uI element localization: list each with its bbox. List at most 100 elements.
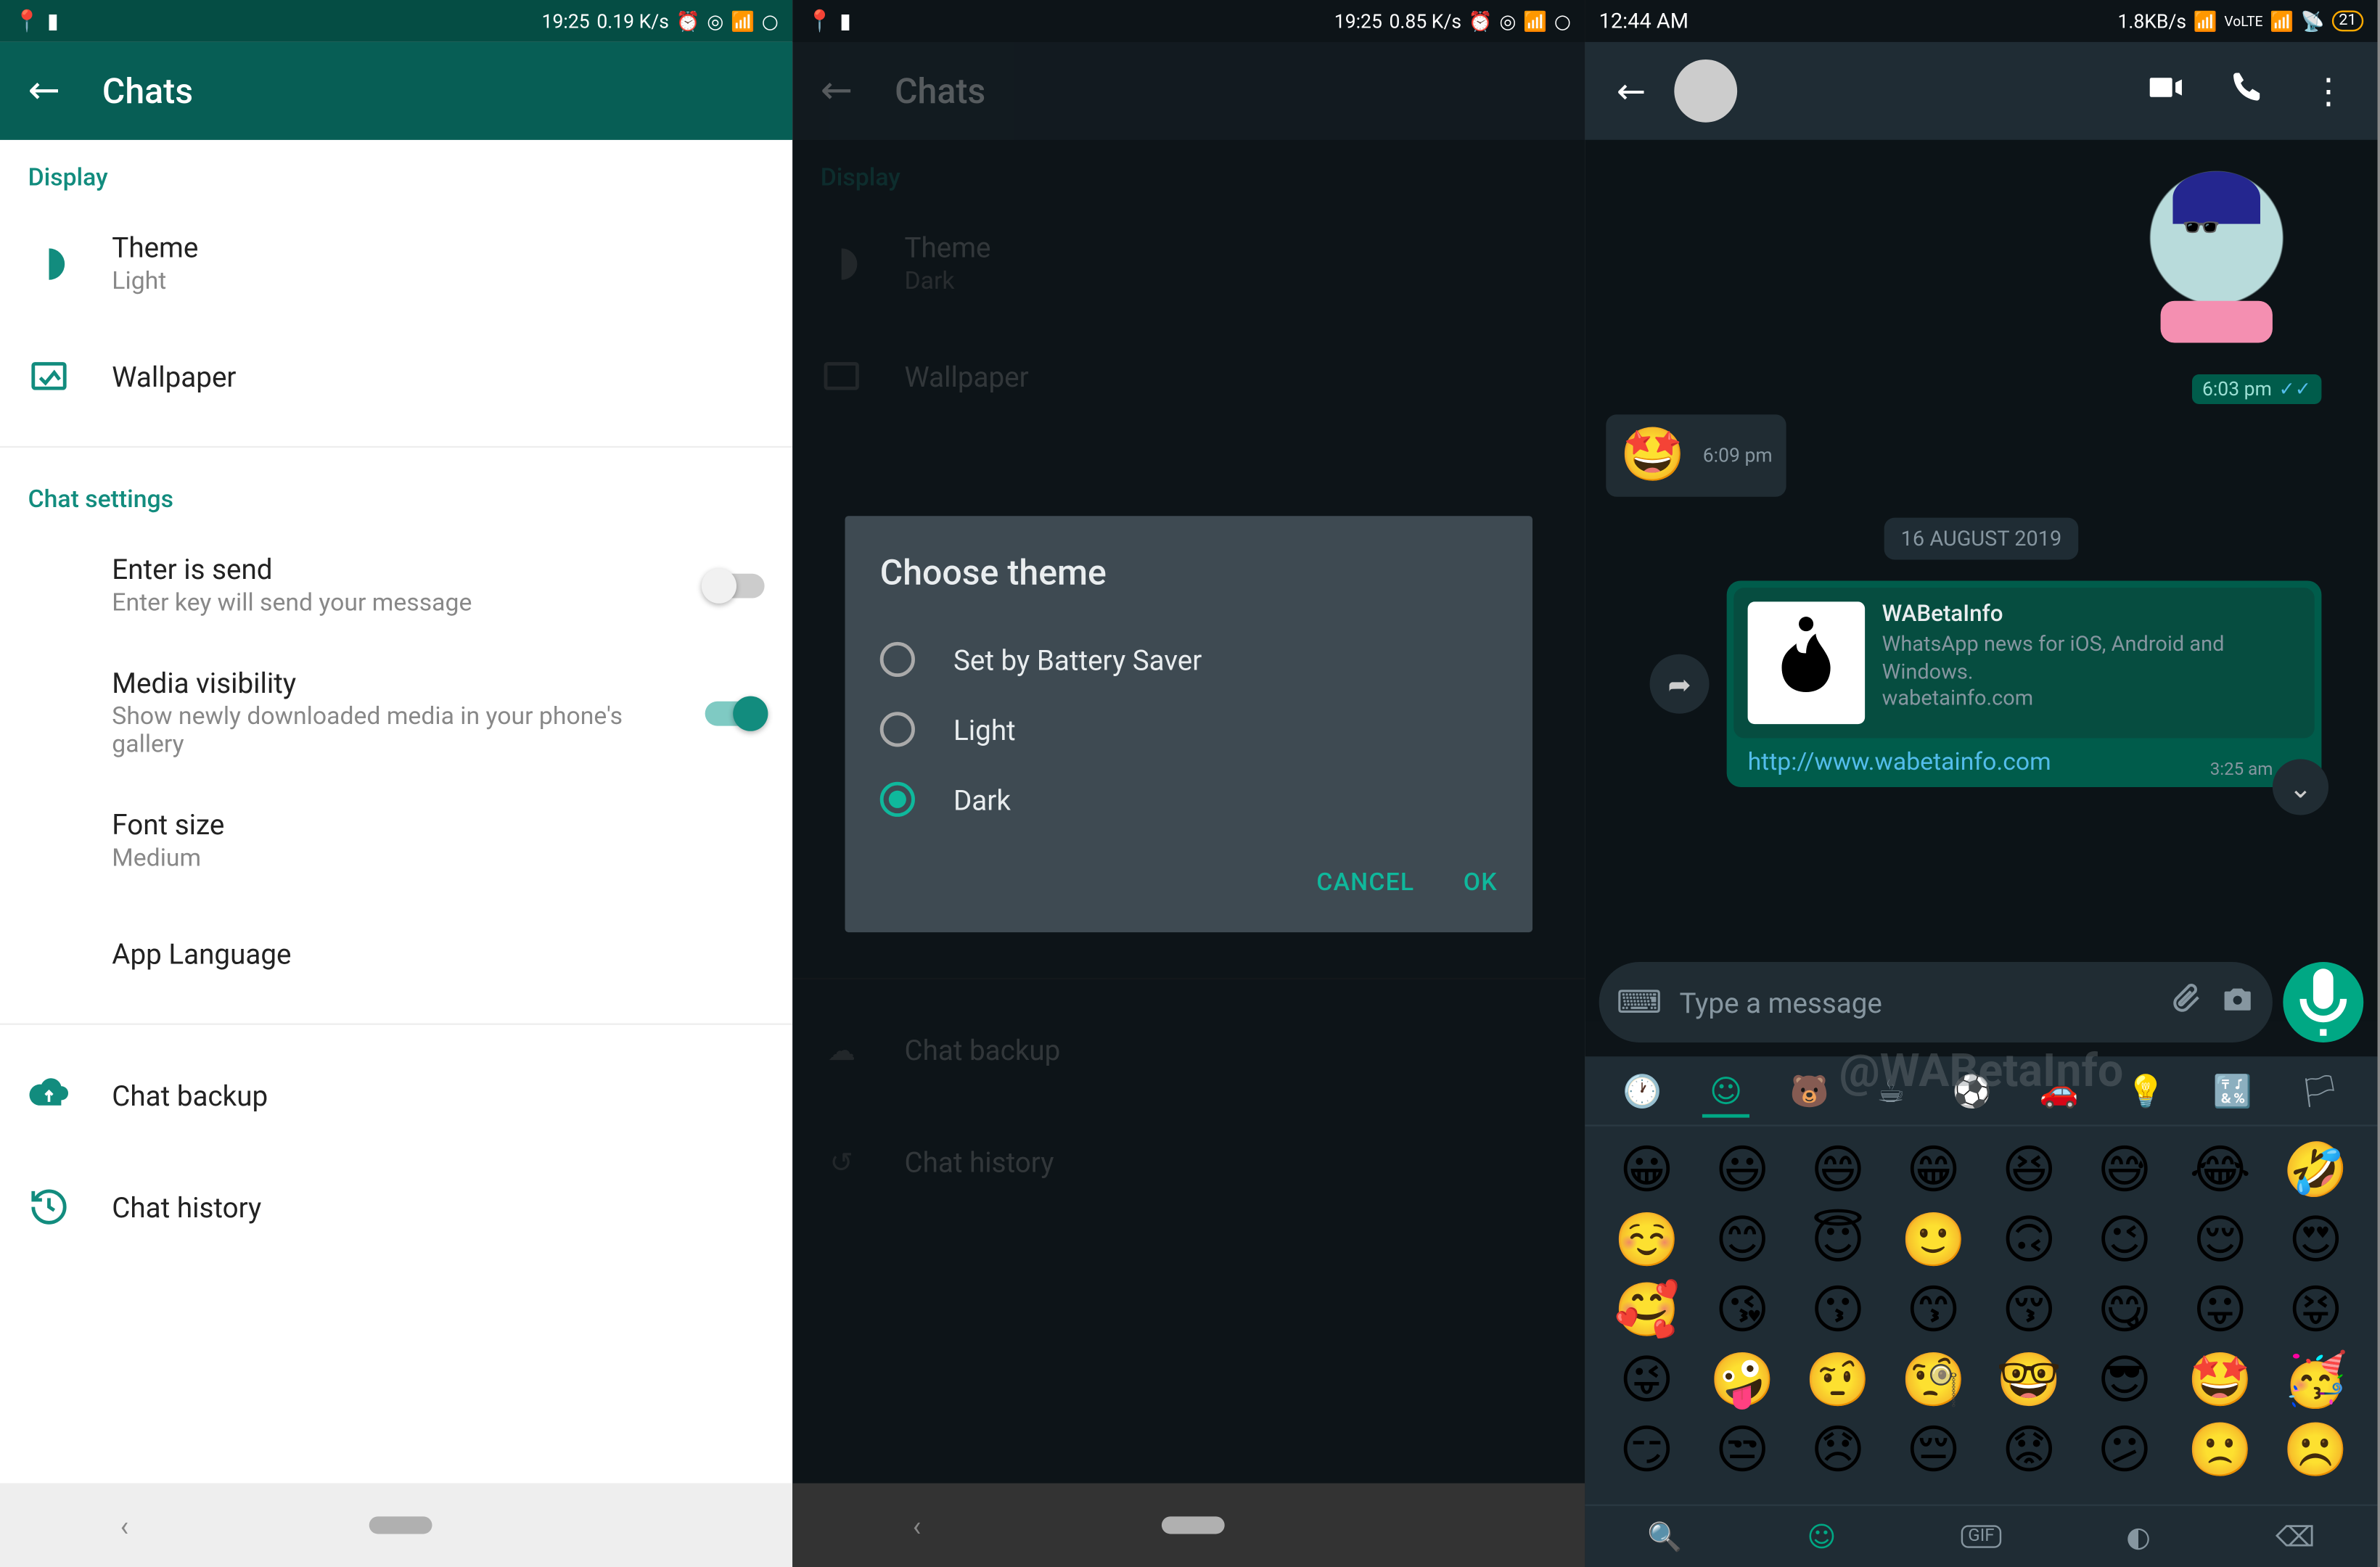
settings-dark-screen: 📍 ▮ 19:25 0.85 K/s ⏰ ◎ 📶 ○ ← Chats Displ… — [792, 0, 1585, 1567]
emoji-item[interactable]: 😃 — [1698, 1140, 1786, 1204]
emoji-item[interactable]: 🙂 — [1889, 1210, 1978, 1273]
activity-tab-icon[interactable]: ⚽ — [1945, 1071, 1998, 1118]
app-language-row[interactable]: App Language — [0, 897, 792, 1009]
objects-tab-icon[interactable]: 💡 — [2119, 1071, 2172, 1118]
emoji-item[interactable]: 🧐 — [1889, 1350, 1978, 1413]
emoji-item[interactable]: 😂 — [2176, 1140, 2265, 1204]
mic-button[interactable] — [2283, 962, 2363, 1042]
nav-back-icon[interactable]: ‹ — [120, 1508, 129, 1542]
emoji-item[interactable]: 😝 — [2271, 1280, 2360, 1344]
food-tab-icon[interactable]: ☕ — [1870, 1071, 1912, 1118]
emoji-item[interactable]: 😏 — [1602, 1420, 1691, 1484]
theme-title: Theme — [904, 231, 1556, 264]
nav-back-icon[interactable]: ‹ — [913, 1508, 922, 1542]
cancel-button[interactable]: CANCEL — [1316, 869, 1414, 897]
chat-history-row[interactable]: Chat history — [0, 1151, 792, 1262]
emoji-item[interactable]: 😘 — [1698, 1280, 1786, 1344]
symbols-tab-icon[interactable]: 🔣 — [2206, 1071, 2259, 1118]
emoji-item[interactable]: 🤨 — [1794, 1350, 1882, 1413]
emoji-item[interactable]: 😀 — [1602, 1140, 1691, 1204]
gif-mode-icon[interactable]: GIF — [1961, 1525, 2002, 1547]
sticker-mode-icon[interactable]: ◐ — [2126, 1520, 2151, 1553]
media-visibility-row[interactable]: Media visibility Show newly downloaded m… — [0, 642, 792, 784]
ok-button[interactable]: OK — [1464, 869, 1498, 897]
emoji-item[interactable]: 🤩 — [2176, 1350, 2265, 1413]
emoji-item[interactable]: 😌 — [2176, 1210, 2265, 1273]
animals-tab-icon[interactable]: 🐻 — [1783, 1071, 1836, 1118]
back-icon[interactable]: ← — [28, 69, 60, 112]
emoji-item[interactable]: 😕 — [2080, 1420, 2169, 1484]
media-vis-switch[interactable] — [705, 701, 765, 725]
enter-send-title: Enter is send — [112, 553, 662, 586]
keyboard-icon[interactable]: ⌨ — [1617, 984, 1662, 1021]
emoji-item[interactable]: 🥰 — [1602, 1280, 1691, 1344]
emoji-item[interactable]: 🤣 — [2271, 1140, 2360, 1204]
emoji-item[interactable]: ☹️ — [2271, 1420, 2360, 1484]
incoming-message[interactable]: 🤩 6:09 pm — [1606, 414, 1786, 496]
emoji-item[interactable]: 😚 — [1985, 1280, 2073, 1344]
forward-icon[interactable]: ➦ — [1650, 654, 1710, 714]
nav-home-pill[interactable] — [369, 1516, 432, 1534]
emoji-item[interactable]: 😊 — [1698, 1210, 1786, 1273]
emoji-item[interactable]: 😄 — [1794, 1140, 1882, 1204]
avatar[interactable] — [1674, 59, 1737, 123]
enter-send-switch[interactable] — [705, 573, 765, 598]
emoji-item[interactable]: 😜 — [1602, 1350, 1691, 1413]
emoji-item[interactable]: 😟 — [1985, 1420, 2073, 1484]
theme-option-light[interactable]: Light — [880, 694, 1498, 764]
theme-icon — [821, 242, 863, 284]
theme-row[interactable]: Theme Light — [0, 206, 792, 320]
sticker-message[interactable]: 🕶️ — [2112, 154, 2321, 363]
nav-home-pill[interactable] — [1162, 1516, 1225, 1534]
scroll-down-icon[interactable]: ⌄ — [2273, 759, 2328, 815]
emoji-item[interactable]: 😞 — [1794, 1420, 1882, 1484]
circle-icon: ○ — [1554, 9, 1571, 32]
emoji-item[interactable]: 😒 — [1698, 1420, 1786, 1484]
link-title: WABetaInfo — [1882, 601, 2301, 628]
emoji-item[interactable]: 😆 — [1985, 1140, 2073, 1204]
travel-tab-icon[interactable]: 🚗 — [2032, 1071, 2085, 1118]
back-icon[interactable]: ← — [821, 69, 853, 112]
signal-icon: 📶 — [1523, 9, 1547, 32]
emoji-item[interactable]: 😔 — [1889, 1420, 1978, 1484]
search-icon[interactable]: 🔍 — [1647, 1520, 1682, 1553]
emoji-item[interactable]: 😁 — [1889, 1140, 1978, 1204]
enter-send-row[interactable]: Enter is send Enter key will send your m… — [0, 528, 792, 642]
emoji-item[interactable]: 😅 — [2080, 1140, 2169, 1204]
emoji-item[interactable]: 🤪 — [1698, 1350, 1786, 1413]
emoji-item[interactable]: 🥳 — [2271, 1350, 2360, 1413]
emoji-item[interactable]: 😍 — [2271, 1210, 2360, 1273]
camera-icon[interactable] — [2220, 980, 2255, 1024]
emoji-item[interactable]: 😇 — [1794, 1210, 1882, 1273]
chat-backup-title: Chat backup — [904, 1033, 1556, 1066]
flags-tab-icon[interactable]: 🏳 — [2293, 1071, 2347, 1118]
chat-backup-row[interactable]: Chat backup — [0, 1039, 792, 1151]
video-call-icon[interactable] — [2129, 67, 2202, 115]
more-icon[interactable]: ⋮ — [2294, 70, 2363, 112]
wallpaper-row[interactable]: Wallpaper — [0, 320, 792, 432]
smileys-tab-icon[interactable]: ☺ — [1702, 1071, 1749, 1118]
emoji-item[interactable]: 😎 — [2080, 1350, 2169, 1413]
link-preview-message[interactable]: ➦ WABetaInfo WhatsApp news for iOS, Andr… — [1727, 580, 2322, 786]
voice-call-icon[interactable] — [2213, 69, 2283, 112]
back-icon[interactable]: ← — [1599, 70, 1664, 112]
emoji-item[interactable]: 😙 — [1889, 1280, 1978, 1344]
attach-icon[interactable] — [2167, 980, 2202, 1024]
emoji-item[interactable]: 🙁 — [2176, 1420, 2265, 1484]
backspace-icon[interactable]: ⌫ — [2276, 1520, 2315, 1553]
emoji-item[interactable]: ☺️ — [1602, 1210, 1691, 1273]
emoji-item[interactable]: 😋 — [2080, 1280, 2169, 1344]
emoji-item[interactable]: 😛 — [2176, 1280, 2265, 1344]
theme-option-dark[interactable]: Dark — [880, 765, 1498, 834]
recent-tab-icon[interactable]: 🕐 — [1616, 1071, 1669, 1118]
option-label: Light — [953, 712, 1016, 746]
emoji-mode-icon[interactable]: ☺ — [1807, 1520, 1836, 1553]
emoji-item[interactable]: 🤓 — [1985, 1350, 2073, 1413]
emoji-item[interactable]: 🙃 — [1985, 1210, 2073, 1273]
emoji-item[interactable]: 😉 — [2080, 1210, 2169, 1273]
emoji-item[interactable]: 😗 — [1794, 1280, 1882, 1344]
message-input[interactable]: ⌨ Type a message — [1599, 962, 2273, 1042]
theme-option-battery[interactable]: Set by Battery Saver — [880, 625, 1498, 694]
chat-body: 🕶️ 6:03 pm✓✓ 🤩 6:09 pm 16 AUGUST 2019 ➦ … — [1585, 140, 2377, 1021]
font-size-row[interactable]: Font size Medium — [0, 784, 792, 897]
